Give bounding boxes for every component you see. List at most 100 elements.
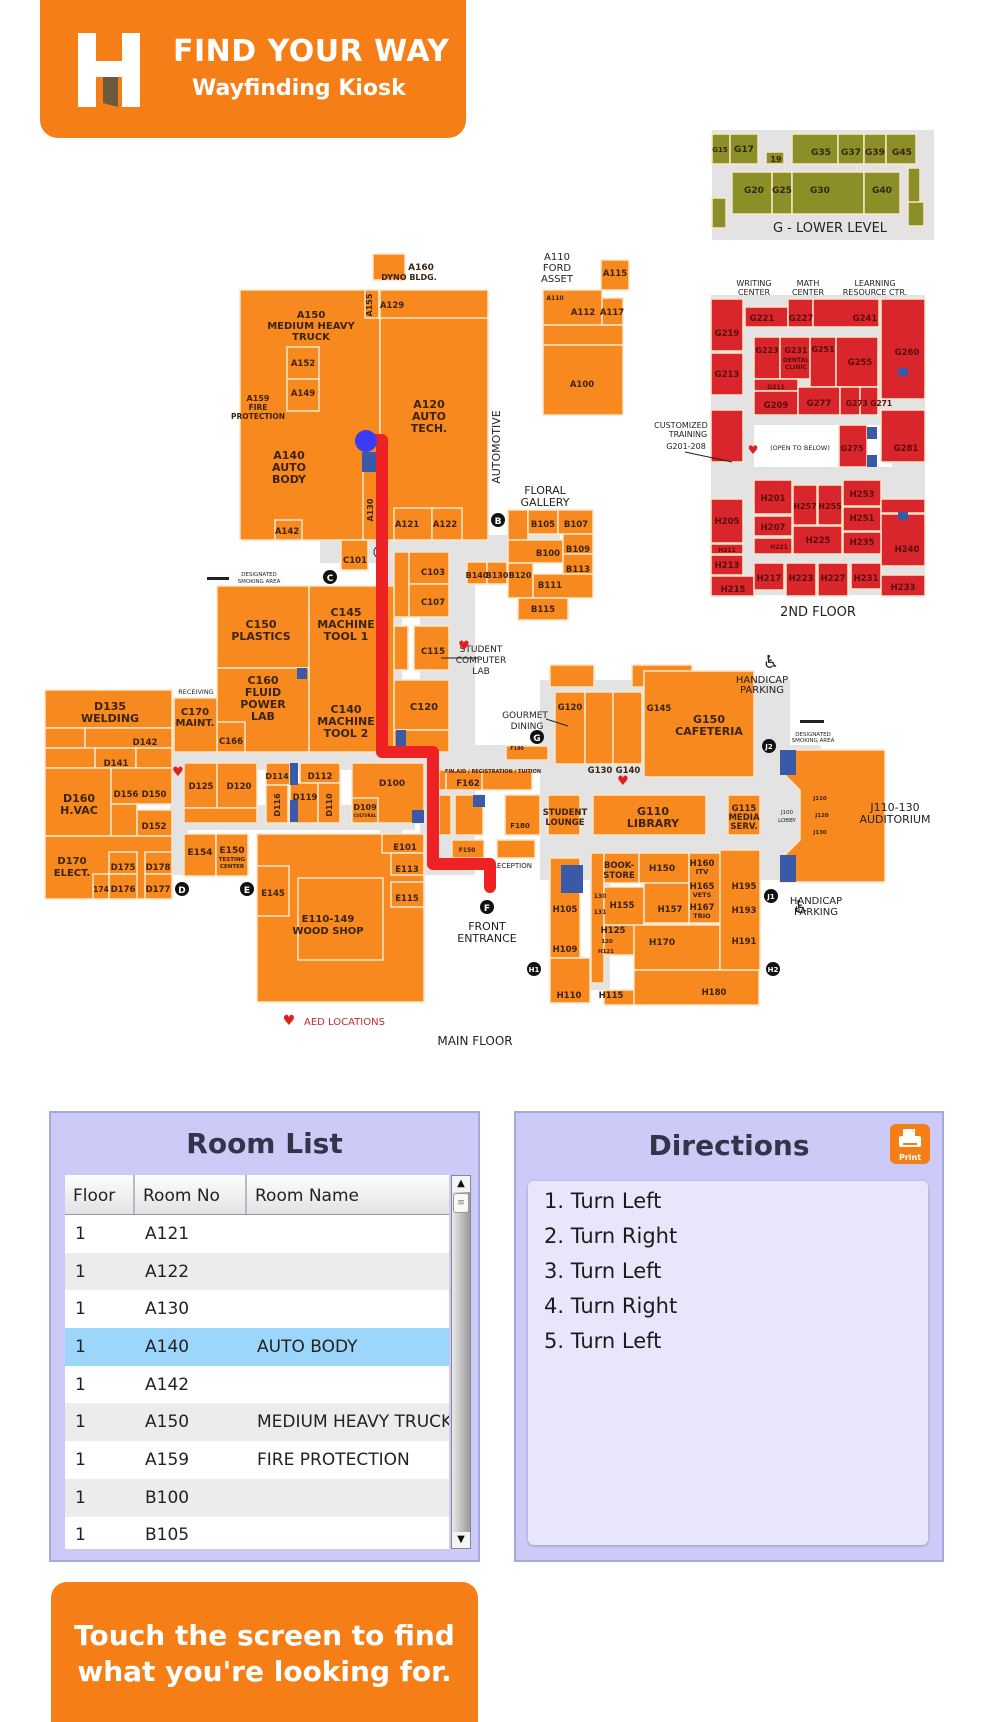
map-label: MAINT.	[176, 718, 215, 729]
map-label: TOOL 2	[324, 727, 369, 740]
room[interactable]	[612, 691, 643, 765]
column-header-room-name[interactable]: Room Name	[247, 1175, 449, 1214]
map-label: A112	[571, 308, 595, 318]
room[interactable]	[633, 924, 721, 971]
room[interactable]	[44, 747, 96, 769]
scroll-up-arrow-icon[interactable]: ▲	[452, 1176, 470, 1192]
room[interactable]	[710, 409, 744, 463]
room-label: G260	[895, 348, 920, 358]
scroll-down-arrow-icon[interactable]: ▼	[452, 1532, 470, 1548]
table-header: Floor Room No Room Name	[65, 1175, 449, 1215]
table-row[interactable]: 1 A121	[65, 1215, 449, 1253]
room[interactable]	[549, 664, 595, 688]
callout-learning-resource: LEARNING	[854, 279, 895, 288]
cell-room-no: A159	[145, 1449, 190, 1470]
room[interactable]	[507, 562, 534, 599]
table-row[interactable]: 1 A130	[65, 1290, 449, 1328]
callout-writing-center: WRITING	[736, 279, 771, 288]
room[interactable]	[643, 882, 690, 924]
room[interactable]	[584, 691, 614, 765]
room[interactable]	[110, 803, 138, 837]
table-row[interactable]: 1 A150 MEDIUM HEAVY TRUCK	[65, 1403, 449, 1442]
room[interactable]	[44, 727, 86, 749]
map-label: H193	[732, 906, 757, 916]
direction-step: 2. Turn Right	[544, 1224, 678, 1248]
room[interactable]	[711, 197, 727, 229]
touch-prompt-banner[interactable]: Touch the screen to find what you're loo…	[51, 1582, 478, 1722]
room[interactable]	[633, 969, 760, 1006]
directions-list: 1. Turn Left 2. Turn Right 3. Turn Left …	[528, 1181, 928, 1545]
campus-map[interactable]: G15 G17 19 G35 G37 G39 G45 G20 G25 G30 G…	[0, 120, 999, 1080]
map-label: D116	[273, 793, 282, 817]
room[interactable]	[753, 336, 781, 380]
restroom-icon	[561, 865, 583, 893]
aed-legend-label: AED LOCATIONS	[304, 1017, 385, 1028]
entrance-label: G	[533, 734, 540, 744]
cell-room-no: A140	[145, 1336, 190, 1357]
room[interactable]	[880, 513, 926, 567]
room-label: G277	[807, 399, 832, 409]
room-label: H205	[715, 517, 740, 527]
print-button[interactable]: Print	[890, 1124, 930, 1164]
table-row[interactable]: 1 B100	[65, 1478, 449, 1517]
table-row-selected[interactable]: 1 A140 AUTO BODY	[65, 1328, 449, 1366]
table-scrollbar[interactable]: ▲ ≡ ▼	[451, 1175, 471, 1549]
room[interactable]	[542, 324, 624, 346]
aed-legend-heart-icon: ♥	[283, 1013, 296, 1029]
map-label: FIN.AID / REGISTRATION / TUITION	[445, 769, 541, 775]
cell-floor: 1	[75, 1487, 86, 1508]
room[interactable]	[496, 839, 536, 859]
room[interactable]	[907, 201, 925, 227]
restroom-icon	[297, 668, 307, 679]
map-label: D109	[353, 803, 377, 812]
room-table[interactable]: Floor Room No Room Name 1 A121 1 A122 1 A13…	[65, 1175, 449, 1549]
room-label: G15	[712, 146, 728, 154]
room[interactable]	[393, 625, 409, 671]
room[interactable]	[710, 298, 744, 352]
map-label: ITV	[696, 868, 709, 876]
restroom-icon	[898, 368, 908, 376]
room-list-title: Room List	[186, 1127, 343, 1160]
map-label: D112	[308, 772, 333, 782]
table-row[interactable]: 1 A159 FIRE PROTECTION	[65, 1441, 449, 1479]
h-logo-icon	[78, 33, 140, 107]
map-label: TRIO	[693, 912, 711, 920]
map-label: B111	[538, 581, 562, 591]
room[interactable]	[590, 852, 605, 984]
room[interactable]	[438, 794, 452, 836]
map-label: B100	[536, 549, 560, 559]
room-label: H233	[891, 583, 916, 593]
map-label: J120	[814, 813, 829, 819]
table-row[interactable]: 1 B105	[65, 1517, 449, 1550]
room[interactable]	[183, 807, 258, 824]
room-label: H217	[757, 574, 782, 584]
map-label: A117	[600, 308, 624, 318]
map-canvas[interactable]: G15 G17 19 G35 G37 G39 G45 G20 G25 G30 G…	[0, 120, 999, 1080]
table-row[interactable]: 1 A122	[65, 1252, 449, 1291]
restroom-icon	[412, 810, 424, 823]
directions-title: Directions	[648, 1129, 810, 1162]
column-header-floor[interactable]: Floor	[65, 1175, 135, 1214]
room[interactable]	[393, 551, 410, 618]
cell-floor: 1	[75, 1223, 86, 1244]
map-label: J100	[780, 810, 794, 816]
room[interactable]	[84, 727, 173, 749]
restroom-icon	[780, 855, 796, 882]
room[interactable]	[135, 747, 173, 769]
room[interactable]	[880, 498, 926, 514]
entrance-label: B	[495, 517, 502, 527]
direction-step: 3. Turn Left	[544, 1259, 662, 1283]
map-label: A121	[395, 520, 419, 530]
column-header-room-no[interactable]: Room No	[135, 1175, 247, 1214]
map-label: H121	[598, 949, 614, 955]
open-to-below-label: (OPEN TO BELOW)	[770, 444, 830, 452]
scroll-thumb[interactable]: ≡	[453, 1193, 469, 1213]
room[interactable]	[880, 409, 926, 463]
map-label: WOOD SHOP	[292, 926, 363, 937]
map-label: D152	[142, 822, 167, 832]
map-label: H170	[649, 938, 675, 948]
cell-floor: 1	[75, 1412, 86, 1433]
table-row[interactable]: 1 A142	[65, 1366, 449, 1404]
map-label: D175	[111, 863, 136, 873]
map-label: GOURMET	[502, 711, 548, 721]
